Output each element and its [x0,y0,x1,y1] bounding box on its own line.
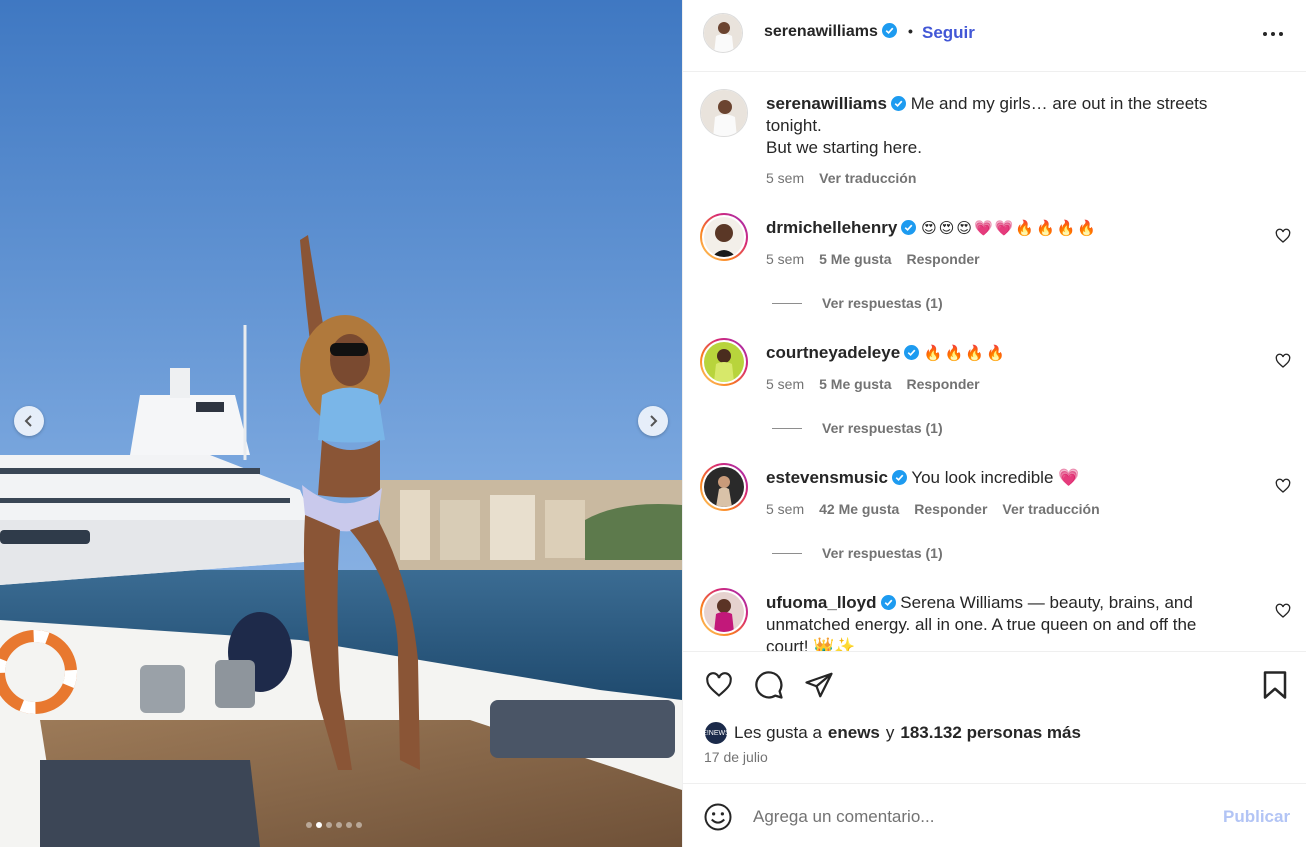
post-side-panel: serenawilliams • Seguir serenawilliams M… [682,0,1306,847]
verified-badge-icon [881,23,897,38]
comment-translate-link[interactable]: Ver traducción [1002,501,1099,517]
view-replies-button[interactable]: Ver respuestas (1) [772,545,943,561]
caption-meta: 5 sem Ver traducción [766,170,916,186]
comment-time: 5 sem [766,501,805,517]
verified-badge-icon [901,220,917,235]
post-photo [0,0,682,847]
comment-meta: 5 sem 42 Me gusta Responder Ver traducci… [766,501,1100,517]
comment-username[interactable]: courtneyadeleye [766,343,900,362]
comment-like-heart-icon[interactable] [1275,228,1291,244]
caption-author-avatar[interactable] [700,89,748,137]
publish-button[interactable]: Publicar [1223,807,1290,827]
next-slide-button[interactable] [638,406,668,436]
comment-username[interactable]: drmichellehenry [766,218,897,237]
comment-time: 5 sem [766,251,805,267]
add-comment-bar: Publicar [683,783,1306,847]
comment-like-heart-icon[interactable] [1275,478,1291,494]
comment-text-block: estevensmusic You look incredible 💗 [766,467,1236,489]
comment-meta: 5 sem 5 Me gusta Responder [766,251,980,267]
comment-like-heart-icon[interactable] [1275,353,1291,369]
reply-button[interactable]: Responder [906,376,979,392]
chevron-left-icon [24,415,32,427]
verified-badge-icon [904,345,920,360]
commenter-avatar[interactable] [700,338,748,386]
comment-text: 😍😍😍💗💗🔥🔥🔥🔥 [921,220,1099,237]
comment-text-block: ufuoma_lloyd Serena Williams — beauty, b… [766,592,1236,651]
comment-input[interactable] [753,804,1203,830]
share-button[interactable] [803,669,835,701]
speech-bubble-icon [755,671,783,699]
previous-slide-button[interactable] [14,406,44,436]
comment-like-heart-icon[interactable] [1275,603,1291,619]
comment-text-block: courtneyadeleye 🔥🔥🔥🔥 [766,342,1236,365]
slide-dot [346,822,352,828]
slide-dot [356,822,362,828]
slide-dot [326,822,332,828]
more-options-button[interactable] [1261,22,1285,46]
comment-meta: 5 sem 5 Me gusta Responder [766,376,980,392]
comment-likes[interactable]: 5 Me gusta [819,251,891,267]
comment-username[interactable]: ufuoma_lloyd [766,593,877,612]
author-avatar[interactable] [703,13,743,53]
slide-dot [316,822,322,828]
author-username[interactable]: serenawilliams [764,23,897,41]
comment-likes[interactable]: 42 Me gusta [819,501,899,517]
comment-time: 5 sem [766,376,805,392]
liker-avatar[interactable]: E!NEWS [702,721,730,745]
reply-button[interactable]: Responder [914,501,987,517]
paper-plane-icon [805,672,833,698]
header-separator: • [908,23,913,39]
comments-list[interactable]: serenawilliams Me and my girls… are out … [683,73,1306,651]
caption-translate-link[interactable]: Ver traducción [819,170,916,186]
more-horizontal-icon [1263,32,1283,36]
emoji-icon[interactable] [703,802,733,832]
bookmark-icon [1263,671,1287,699]
heart-icon [706,672,732,697]
caption-text-block: serenawilliams Me and my girls… are out … [766,93,1236,159]
verified-badge-icon [880,595,896,610]
comment-username[interactable]: estevensmusic [766,468,888,487]
verified-badge-icon [890,96,906,111]
like-button[interactable] [703,669,735,701]
post-media[interactable] [0,0,682,847]
comment-text: 🔥🔥🔥🔥 [923,345,1007,362]
comment-likes[interactable]: 5 Me gusta [819,376,891,392]
follow-button[interactable]: Seguir [922,23,975,43]
comment-text-block: drmichellehenry 😍😍😍💗💗🔥🔥🔥🔥 [766,217,1236,240]
slide-dot [336,822,342,828]
caption-username[interactable]: serenawilliams [766,94,887,113]
likes-conjunction: y [885,723,895,742]
comment-text: You look incredible 💗 [911,468,1080,487]
caption-line-2: But we starting here. [766,138,922,157]
caption-time: 5 sem [766,170,805,186]
commenter-avatar[interactable] [700,463,748,511]
view-replies-button[interactable]: Ver respuestas (1) [772,420,943,436]
view-replies-button[interactable]: Ver respuestas (1) [772,295,943,311]
commenter-avatar[interactable] [700,588,748,636]
post-date[interactable]: 17 de julio [704,749,768,765]
comment-button[interactable] [753,669,785,701]
reply-button[interactable]: Responder [906,251,979,267]
likes-prefix: Les gusta a [734,723,822,742]
chevron-right-icon [650,415,658,427]
post-actions: E!NEWS Les gusta a enews y 183.132 perso… [683,651,1306,783]
likes-count[interactable]: 183.132 personas más [900,723,1081,743]
slide-indicator [306,822,362,828]
save-button[interactable] [1259,669,1291,701]
verified-badge-icon [891,470,907,485]
likes-first-user[interactable]: enews [828,723,880,743]
slide-dot [306,822,312,828]
commenter-avatar[interactable] [700,213,748,261]
post-header: serenawilliams • Seguir [683,0,1306,72]
likes-summary: E!NEWS Les gusta a enews y 183.132 perso… [702,721,1081,745]
